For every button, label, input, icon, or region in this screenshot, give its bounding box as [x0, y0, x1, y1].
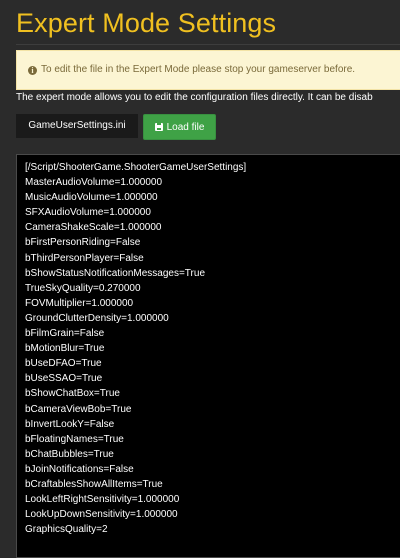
editor-line: bFloatingNames=True: [25, 433, 124, 445]
editor-line: GraphicsQuality=2: [25, 524, 108, 536]
editor-line: bUseSSAO=True: [25, 373, 103, 385]
file-tab-gameusersettings[interactable]: GameUserSettings.ini: [16, 114, 138, 138]
editor-line: MasterAudioVolume=1.000000: [25, 177, 163, 189]
editor-line: FOVMultiplier=1.000000: [25, 297, 134, 309]
config-editor[interactable]: [/Script/ShooterGame.ShooterGameUserSett…: [16, 154, 400, 558]
expert-mode-page: Expert Mode Settings i To edit the file i…: [0, 0, 400, 558]
editor-line: bThirdPersonPlayer=False: [25, 252, 144, 264]
editor-line: GroundClutterDensity=1.000000: [25, 312, 169, 324]
warning-alert: i To edit the file in the Expert Mode ple…: [16, 50, 400, 90]
editor-line: bMotionBlur=True: [25, 343, 105, 355]
editor-line: bCraftablesShowAllItems=True: [25, 478, 163, 490]
alert-text: To edit the file in the Expert Mode plea…: [41, 64, 356, 75]
load-file-label: Load file: [166, 122, 205, 133]
editor-line: LookUpDownSensitivity=1.000000: [25, 509, 178, 521]
editor-line: [/Script/ShooterGame.ShooterGameUserSett…: [25, 162, 247, 173]
info-circle-icon: i: [28, 66, 37, 75]
title-divider: [16, 44, 400, 45]
editor-line: bFilmGrain=False: [25, 328, 105, 340]
editor-line: TrueSkyQuality=0.270000: [25, 282, 141, 294]
floppy-disk-icon: [154, 123, 163, 131]
editor-line: bChatBubbles=True: [25, 448, 114, 460]
editor-line: bUseDFAO=True: [25, 358, 102, 370]
page-title: Expert Mode Settings: [16, 8, 277, 38]
editor-line: bInvertLookY=False: [25, 418, 115, 430]
editor-line: CameraShakeScale=1.000000: [25, 222, 162, 234]
editor-line: bCameraViewBob=True: [25, 403, 132, 415]
editor-line: bFirstPersonRiding=False: [25, 237, 141, 249]
editor-lines: [/Script/ShooterGame.ShooterGameUserSett…: [17, 155, 400, 537]
editor-line: bJoinNotifications=False: [25, 463, 134, 475]
editor-line: bShowStatusNotificationMessages=True: [25, 267, 205, 279]
editor-line: bShowChatBox=True: [25, 388, 120, 400]
editor-line: LookLeftRightSensitivity=1.000000: [25, 494, 180, 506]
description-text: The expert mode allows you to edit the c…: [16, 92, 373, 103]
load-file-button[interactable]: Load file: [143, 114, 216, 140]
editor-line: MusicAudioVolume=1.000000: [25, 192, 158, 204]
editor-line: SFXAudioVolume=1.000000: [25, 207, 151, 219]
